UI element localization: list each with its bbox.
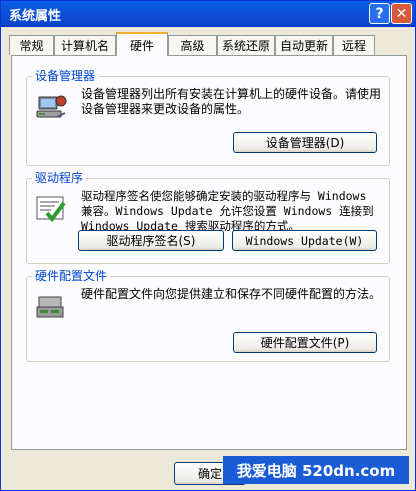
tab-system-restore[interactable]: 系统还原 [217,35,275,55]
tab-automatic-updates[interactable]: 自动更新 [275,35,333,55]
hardware-profile-icon [36,296,64,318]
drivers-description: 驱动程序签名使您能够确定安装的驱动程序与 Windows 兼容。Windows … [81,189,374,233]
system-properties-window: 系统属性 ? ✕ 常规 计算机名 硬件 高级 系统还原 自动更新 远程 设备管理… [0,0,416,491]
hardware-profiles-title: 硬件配置文件 [32,267,111,284]
close-button[interactable]: ✕ [391,3,412,24]
watermark-banner: 我爱电脑 520dn.com [223,456,409,484]
device-manager-button[interactable]: 设备管理器(D) [233,132,377,153]
window-title: 系统属性 [9,9,62,24]
hardware-profiles-button[interactable]: 硬件配置文件(P) [233,332,377,353]
tab-general[interactable]: 常规 [9,35,54,55]
windows-update-button[interactable]: Windows Update(W) [232,230,377,251]
drivers-group: 驱动程序 驱动程序签名使您能够确定安装的驱动程序与 Windows 兼容。Win… [26,169,390,264]
tab-computer-name[interactable]: 计算机名 [54,35,116,55]
hardware-profiles-description: 硬件配置文件向您提供建立和保存不同硬件配置的方法。 [81,287,382,301]
tab-advanced[interactable]: 高级 [168,35,217,55]
device-manager-group: 设备管理器 设备管理器列出所有安装在计算机上的硬件设备。请使用设备管理器来更改设… [26,67,390,166]
device-manager-description: 设备管理器列出所有安装在计算机上的硬件设备。请使用设备管理器来更改设备的属性。 [81,87,382,116]
device-manager-title: 设备管理器 [32,67,99,84]
tab-hardware[interactable]: 硬件 [116,32,168,56]
driver-signing-icon [36,196,66,223]
tab-remote[interactable]: 远程 [333,35,375,55]
help-button[interactable]: ? [369,3,390,24]
tab-strip: 常规 计算机名 硬件 高级 系统还原 自动更新 远程 [9,32,405,56]
hardware-profiles-group: 硬件配置文件 硬件配置文件向您提供建立和保存不同硬件配置的方法。 硬件配置文件(… [26,267,390,362]
hardware-tab-panel: 设备管理器 设备管理器列出所有安装在计算机上的硬件设备。请使用设备管理器来更改设… [11,55,407,450]
drivers-title: 驱动程序 [32,169,87,186]
title-bar[interactable]: 系统属性 ? ✕ [1,1,415,27]
device-manager-icon [36,95,67,118]
driver-signing-button[interactable]: 驱动程序签名(S) [78,230,224,251]
